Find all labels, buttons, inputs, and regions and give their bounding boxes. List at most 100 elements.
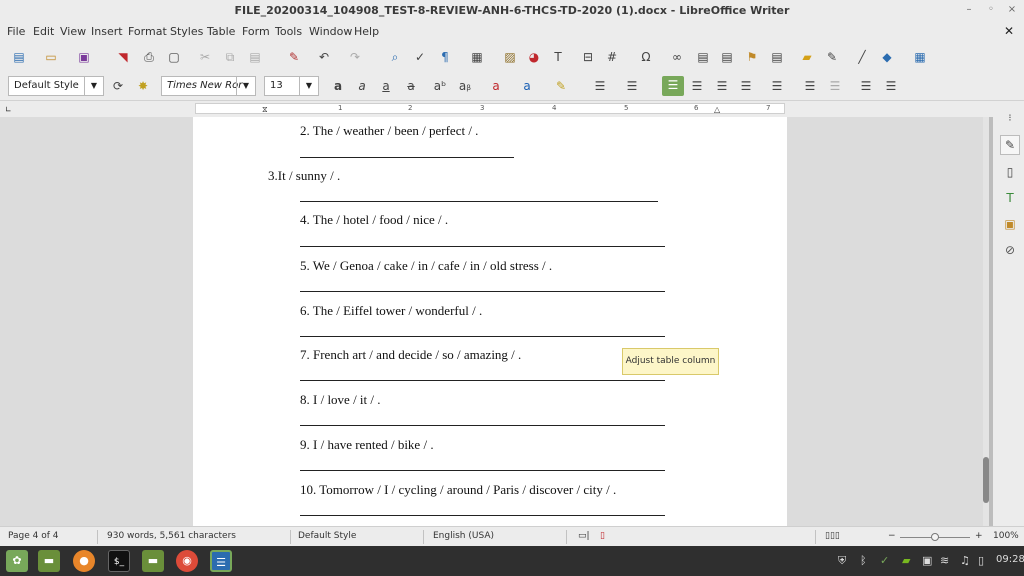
firefox-icon[interactable]: ● xyxy=(73,550,95,572)
page-icon[interactable]: ▯ xyxy=(1000,162,1020,182)
menu-tools[interactable]: Tools xyxy=(275,25,302,38)
comment-icon[interactable]: ▰ xyxy=(798,48,816,66)
music-icon[interactable]: ♫ xyxy=(960,554,970,567)
new-style-icon[interactable]: ✸ xyxy=(134,77,152,95)
decrease-indent-icon[interactable]: ☰ xyxy=(882,77,900,95)
exercise-line[interactable]: 6. The / Eiffel tower / wonderful / . xyxy=(300,303,482,319)
draw-functions-icon[interactable]: ▦ xyxy=(911,48,929,66)
menu-table[interactable]: Table xyxy=(207,25,235,38)
increase-paragraph-spacing-icon[interactable]: ☰ xyxy=(801,77,819,95)
page-count[interactable]: Page 4 of 4 xyxy=(8,531,59,541)
align-left-icon[interactable]: ☰ xyxy=(662,76,684,96)
formatting-marks-icon[interactable]: ¶ xyxy=(436,48,454,66)
chevron-down-icon[interactable]: ▼ xyxy=(299,77,318,95)
line-spacing-icon[interactable]: ☰ xyxy=(768,77,786,95)
clone-formatting-icon[interactable]: ✎ xyxy=(285,48,303,66)
terminal-icon[interactable]: $_ xyxy=(108,550,130,572)
exercise-line[interactable]: 10. Tomorrow / I / cycling / around / Pa… xyxy=(300,482,616,498)
menu-insert[interactable]: Insert xyxy=(91,25,123,38)
strikethrough-icon[interactable]: a xyxy=(402,77,420,95)
font-name-combo[interactable]: Times New Ror ▼ xyxy=(161,76,256,96)
font-color-icon[interactable]: a xyxy=(518,77,536,95)
properties-icon[interactable]: ✎ xyxy=(1000,135,1020,155)
align-right-icon[interactable]: ☰ xyxy=(713,77,731,95)
print-icon[interactable]: ⎙ xyxy=(140,48,158,66)
italic-icon[interactable]: a xyxy=(353,77,371,95)
clock[interactable]: 09:28 xyxy=(996,554,1024,565)
gallery-icon[interactable]: ▣ xyxy=(1000,214,1020,234)
menu-edit[interactable]: Edit xyxy=(33,25,54,38)
cut-icon[interactable]: ✂ xyxy=(196,48,214,66)
underline-icon[interactable]: a xyxy=(377,77,395,95)
menu-form[interactable]: Form xyxy=(242,25,270,38)
paragraph-style-combo[interactable]: Default Style ▼ xyxy=(8,76,104,96)
minimize-button[interactable]: – xyxy=(962,3,976,17)
writer-taskbar-icon[interactable]: ☰ xyxy=(210,550,232,572)
nvidia-icon[interactable]: ▰ xyxy=(902,554,910,567)
insert-mode-icon[interactable]: ▭| xyxy=(578,531,590,541)
right-indent-marker-icon[interactable]: △ xyxy=(714,105,720,114)
special-character-icon[interactable]: Ω xyxy=(637,48,655,66)
find-replace-icon[interactable]: ⌕ xyxy=(386,48,404,66)
chevron-down-icon[interactable]: ▼ xyxy=(84,77,103,95)
insert-table-icon[interactable]: ▦ xyxy=(468,48,486,66)
increase-indent-icon[interactable]: ☰ xyxy=(857,77,875,95)
indent-marker-icon[interactable]: ⧖ xyxy=(262,105,268,115)
zoom-slider-handle[interactable] xyxy=(931,533,939,541)
bluetooth-icon[interactable]: ᛒ xyxy=(860,554,867,567)
exercise-line[interactable]: 2. The / weather / been / perfect / . xyxy=(300,123,478,139)
insert-field-icon[interactable]: # xyxy=(603,48,621,66)
line-icon[interactable]: ╱ xyxy=(853,48,871,66)
exercise-line[interactable]: 7. French art / and decide / so / amazin… xyxy=(300,347,521,363)
word-count[interactable]: 930 words, 5,561 characters xyxy=(107,531,236,541)
view-layout-icon[interactable]: ▯▯▯ xyxy=(825,531,840,541)
align-center-icon[interactable]: ☰ xyxy=(688,77,706,95)
redo-icon[interactable]: ↷ xyxy=(346,48,364,66)
exercise-line[interactable]: 3.It / sunny / . xyxy=(268,168,340,184)
styles-icon[interactable]: T xyxy=(1000,188,1020,208)
mint-menu-icon[interactable]: ✿ xyxy=(6,550,28,572)
zoom-slider[interactable] xyxy=(900,533,970,541)
menu-format[interactable]: Format xyxy=(128,25,167,38)
exercise-line[interactable]: 5. We / Genoa / cake / in / cafe / in / … xyxy=(300,258,552,274)
copy-icon[interactable]: ⧉ xyxy=(221,48,239,66)
clipboard-icon[interactable]: ▣ xyxy=(922,554,932,567)
paste-icon[interactable]: ▤ xyxy=(246,48,264,66)
menu-view[interactable]: View xyxy=(60,25,86,38)
update-icon[interactable]: ✓ xyxy=(880,554,889,567)
zoom-out-icon[interactable]: − xyxy=(888,531,896,541)
footnote-icon[interactable]: ▤ xyxy=(694,48,712,66)
menu-help[interactable]: Help xyxy=(354,25,379,38)
bullets-icon[interactable]: ☰ xyxy=(591,77,609,95)
files-icon[interactable]: ▬ xyxy=(142,550,164,572)
hyperlink-icon[interactable]: ∞ xyxy=(668,48,686,66)
subscript-icon[interactable]: aᵦ xyxy=(456,77,474,95)
chrome-icon[interactable]: ◉ xyxy=(176,550,198,572)
superscript-icon[interactable]: aᵇ xyxy=(431,77,449,95)
decrease-paragraph-spacing-icon[interactable]: ☰ xyxy=(826,77,844,95)
numbering-icon[interactable]: ☰ xyxy=(623,77,641,95)
open-icon[interactable]: ▭ xyxy=(42,48,60,66)
clear-formatting-icon[interactable]: a xyxy=(487,77,505,95)
cross-reference-icon[interactable]: ▤ xyxy=(768,48,786,66)
zoom-in-icon[interactable]: + xyxy=(975,531,983,541)
bold-icon[interactable]: a xyxy=(329,77,347,95)
menu-file[interactable]: File xyxy=(7,25,25,38)
show-desktop-icon[interactable]: ▬ xyxy=(38,550,60,572)
document-page[interactable]: 2. The / weather / been / perfect / . 3.… xyxy=(193,117,787,526)
shield-icon[interactable]: ⛨ xyxy=(838,554,846,568)
endnote-icon[interactable]: ▤ xyxy=(718,48,736,66)
menu-window[interactable]: Window xyxy=(309,25,352,38)
page-style[interactable]: Default Style xyxy=(298,531,356,541)
chevron-down-icon[interactable]: ▼ xyxy=(236,77,255,95)
new-document-icon[interactable]: ▤ xyxy=(10,48,28,66)
horizontal-ruler[interactable]: ∟ 1 2 3 4 5 6 7 ⧖ △ xyxy=(0,101,1024,117)
save-icon[interactable]: ▣ xyxy=(75,48,93,66)
battery-icon[interactable]: ▯ xyxy=(978,554,984,567)
insert-chart-icon[interactable]: ◕ xyxy=(525,48,543,66)
navigator-icon[interactable]: ⊘ xyxy=(1000,240,1020,260)
tab-stop-selector-icon[interactable]: ∟ xyxy=(5,105,12,114)
zoom-level[interactable]: 100% xyxy=(993,531,1019,541)
insert-textbox-icon[interactable]: T xyxy=(549,48,567,66)
insert-image-icon[interactable]: ▨ xyxy=(501,48,519,66)
